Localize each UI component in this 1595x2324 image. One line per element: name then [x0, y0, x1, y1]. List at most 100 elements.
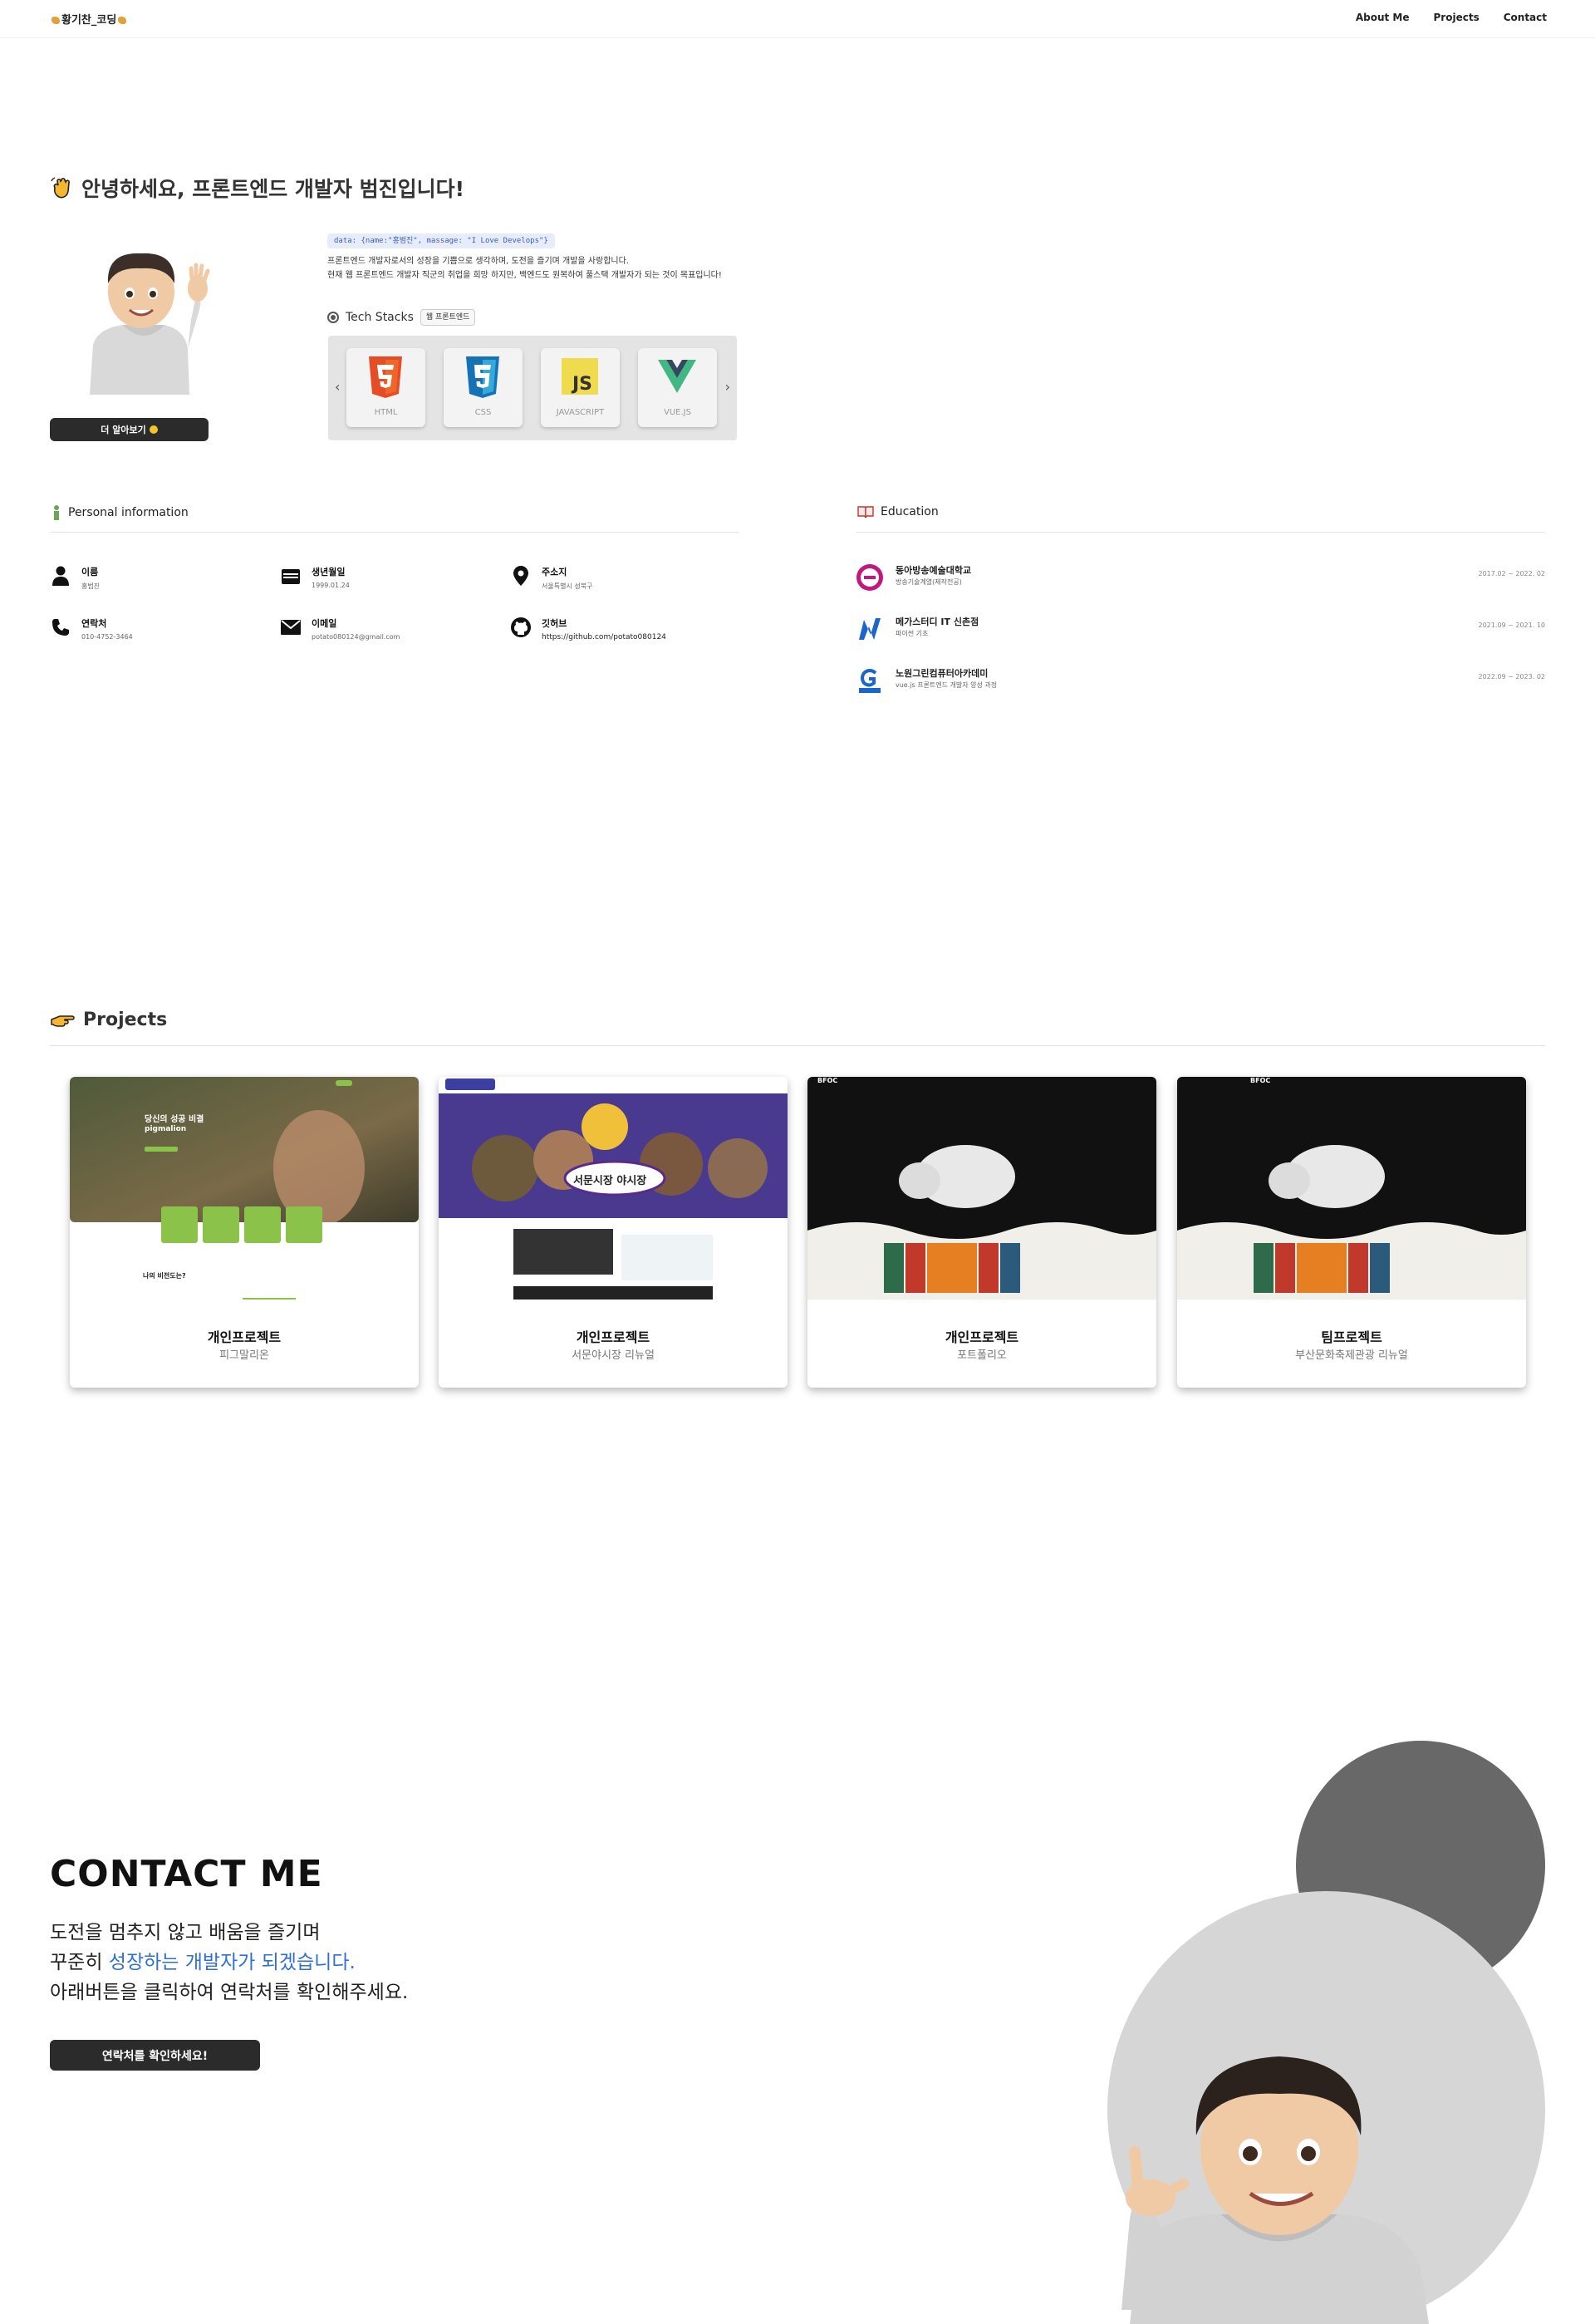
intro-text: 프론트엔드 개발자로서의 성장을 기쁨으로 생각하며, 도전을 즐기며 개발을 … — [327, 254, 722, 283]
phone-icon — [50, 617, 71, 638]
project-card[interactable]: 서문시장 야시장 개인프로젝트 서문야시장 리뉴얼 — [439, 1077, 788, 1388]
project-card[interactable]: 당신의 성공 비결 pigmalion 나의 비전도는? 개인프로젝트 피그말리… — [70, 1077, 419, 1388]
smile-icon — [149, 425, 158, 434]
hand-icon — [52, 17, 60, 24]
avatar-waving — [90, 253, 210, 395]
tech-card-vue: VUE.JS — [638, 348, 717, 427]
info-birth-label: 생년월일 — [312, 567, 346, 577]
nav-contact[interactable]: Contact — [1504, 12, 1547, 23]
contact-line-2: 꾸준히 성장하는 개발자가 되겠습니다. — [50, 1948, 408, 1978]
project-thumbnail-bfoc-team: BFOC — [1177, 1077, 1526, 1300]
education-date: 2022.09 ~ 2023. 02 — [1478, 673, 1546, 680]
contact-line-1: 도전을 멈추지 않고 배움을 즐기며 — [50, 1922, 321, 1943]
thumb-brand: pigmalion — [145, 1125, 187, 1133]
intro-line-1: 프론트엔드 개발자로서의 성장을 기쁨으로 생각하며, 도전을 즐기며 개발을 … — [327, 257, 629, 266]
tech-badge: 웹 프론트엔드 — [420, 309, 476, 326]
projects-title: Projects — [83, 1010, 168, 1030]
education-date: 2021.09 ~ 2021. 10 — [1478, 622, 1546, 629]
info-name-label: 이름 — [81, 567, 99, 577]
info-phone-label: 연락처 — [81, 618, 107, 629]
logo-text: 황기찬_코딩 — [61, 14, 117, 27]
education-item: 메가스터디 IT 신촌점 파이썬 기초 2021.09 ~ 2021. 10 — [856, 613, 1545, 643]
info-email: 이메일 potato080124@gmail.com — [280, 617, 400, 641]
megastudy-logo-icon — [859, 618, 881, 640]
contact-line-2-prefix: 꾸준히 — [50, 1952, 109, 1973]
info-address-label: 주소지 — [542, 567, 567, 577]
tech-card-javascript: JS JAVASCRIPT — [541, 348, 620, 427]
education-header: Education — [857, 505, 939, 518]
education-name: 동아방송예술대학교 — [896, 565, 972, 576]
education-sub: 방송기술계열(제작전공) — [896, 578, 962, 586]
education-item: 노원그린컴퓨터아카데미 vue.js 프론트엔드 개발자 양성 과정 2022.… — [856, 665, 1545, 695]
info-name: 이름홍범진 — [50, 565, 100, 591]
site-logo[interactable]: 황기찬_코딩 — [50, 11, 128, 27]
project-desc: 피그말리온 — [219, 1349, 269, 1362]
contact-line-3: 아래버튼을 클릭하여 연락처를 확인해주세요. — [50, 1982, 409, 2003]
avatar-thumbs-up — [1121, 2056, 1429, 2324]
personal-divider — [50, 532, 739, 533]
tech-label-vue: VUE.JS — [664, 408, 691, 417]
gear-icon — [327, 312, 339, 323]
tech-stacks-header: Tech Stacks 웹 프론트엔드 — [327, 309, 476, 326]
calendar-icon — [280, 565, 302, 587]
chevron-right-icon[interactable]: › — [725, 379, 730, 395]
more-button[interactable]: 더 알아보기 — [50, 418, 209, 441]
book-icon — [857, 506, 874, 518]
education-name: 메가스터디 IT 신촌점 — [896, 617, 979, 627]
project-type: 개인프로젝트 — [576, 1329, 650, 1345]
education-item: 동아방송예술대학교 방송기술계열(제작전공) 2017.02 ~ 2022. 0… — [856, 562, 1545, 592]
mail-icon — [280, 617, 302, 638]
info-github-label: 깃허브 — [542, 618, 567, 629]
info-phone: 연락처 010-4752-3464 — [50, 617, 133, 641]
education-title: Education — [881, 505, 939, 518]
info-github: 깃허브 https://github.com/potato080124 — [510, 617, 666, 641]
green-academy-logo-icon — [859, 669, 881, 693]
svg-text:JS: JS — [571, 374, 592, 395]
info-name-value: 홍범진 — [81, 582, 101, 590]
waving-hand-icon — [51, 177, 70, 199]
education-sub: 파이썬 기초 — [896, 630, 929, 637]
projects-header: Projects — [50, 1010, 167, 1030]
thumb-brand: BFOC — [1250, 1077, 1271, 1084]
personal-info-title: Personal information — [68, 506, 189, 519]
chevron-left-icon[interactable]: ‹ — [335, 379, 340, 395]
github-icon — [510, 617, 532, 638]
info-address-value: 서울특별시 성북구 — [542, 582, 593, 590]
tech-label-css: CSS — [474, 408, 492, 417]
hero-title-text: 안녕하세요, 프론트엔드 개발자 범진입니다! — [81, 177, 465, 201]
projects-divider — [50, 1045, 1545, 1046]
project-thumbnail-pigmalion: 당신의 성공 비결 pigmalion 나의 비전도는? — [70, 1077, 419, 1300]
thumb-headline: 당신의 성공 비결 — [145, 1115, 204, 1124]
project-desc: 서문야시장 리뉴얼 — [572, 1349, 655, 1362]
info-email-label: 이메일 — [312, 618, 337, 629]
code-chip: data: {name:"홍범진", massage: "I Love Deve… — [327, 233, 555, 248]
personal-info-header: Personal information — [52, 505, 189, 520]
project-card[interactable]: BFOC 개인프로젝트 포트폴리오 — [807, 1077, 1156, 1388]
info-phone-value: 010-4752-3464 — [81, 633, 133, 641]
education-sub: vue.js 프론트엔드 개발자 양성 과정 — [896, 681, 998, 689]
contact-line-2-highlight: 성장하는 개발자가 되겠습니다. — [108, 1952, 356, 1973]
info-github-link[interactable]: https://github.com/potato080124 — [542, 633, 666, 641]
tech-label-html: HTML — [374, 408, 398, 417]
education-name: 노원그린컴퓨터아카데미 — [896, 668, 989, 679]
nav-projects[interactable]: Projects — [1434, 12, 1480, 23]
contact-button[interactable]: 연락처를 확인하세요! — [50, 2040, 260, 2071]
html5-icon — [369, 356, 402, 398]
education-date: 2017.02 ~ 2022. 02 — [1478, 570, 1546, 577]
tech-carousel: ‹ HTML CSS JS JAVASCRIPT VUE.JS › — [328, 336, 737, 440]
project-card[interactable]: BFOC 팀프로젝트 부산문화축제관광 리뉴얼 — [1177, 1077, 1526, 1388]
project-desc: 부산문화축제관광 리뉴얼 — [1295, 1349, 1408, 1362]
contact-title: CONTACT ME — [50, 1853, 323, 1895]
education-divider — [856, 532, 1545, 533]
project-thumbnail-seomun: 서문시장 야시장 — [439, 1077, 788, 1300]
location-icon — [510, 565, 532, 587]
info-birth: 생년월일 1999.01.24 — [280, 565, 350, 589]
nav-about-me[interactable]: About Me — [1356, 12, 1410, 23]
tech-card-html: HTML — [346, 348, 425, 427]
contact-text: 도전을 멈추지 않고 배움을 즐기며 꾸준히 성장하는 개발자가 되겠습니다. … — [50, 1918, 408, 2007]
thumb-sign: 서문시장 야시장 — [573, 1175, 647, 1187]
javascript-icon: JS — [562, 358, 598, 395]
hand-icon — [118, 17, 127, 24]
project-type: 개인프로젝트 — [207, 1329, 282, 1345]
info-address: 주소지서울특별시 성북구 — [510, 565, 592, 591]
